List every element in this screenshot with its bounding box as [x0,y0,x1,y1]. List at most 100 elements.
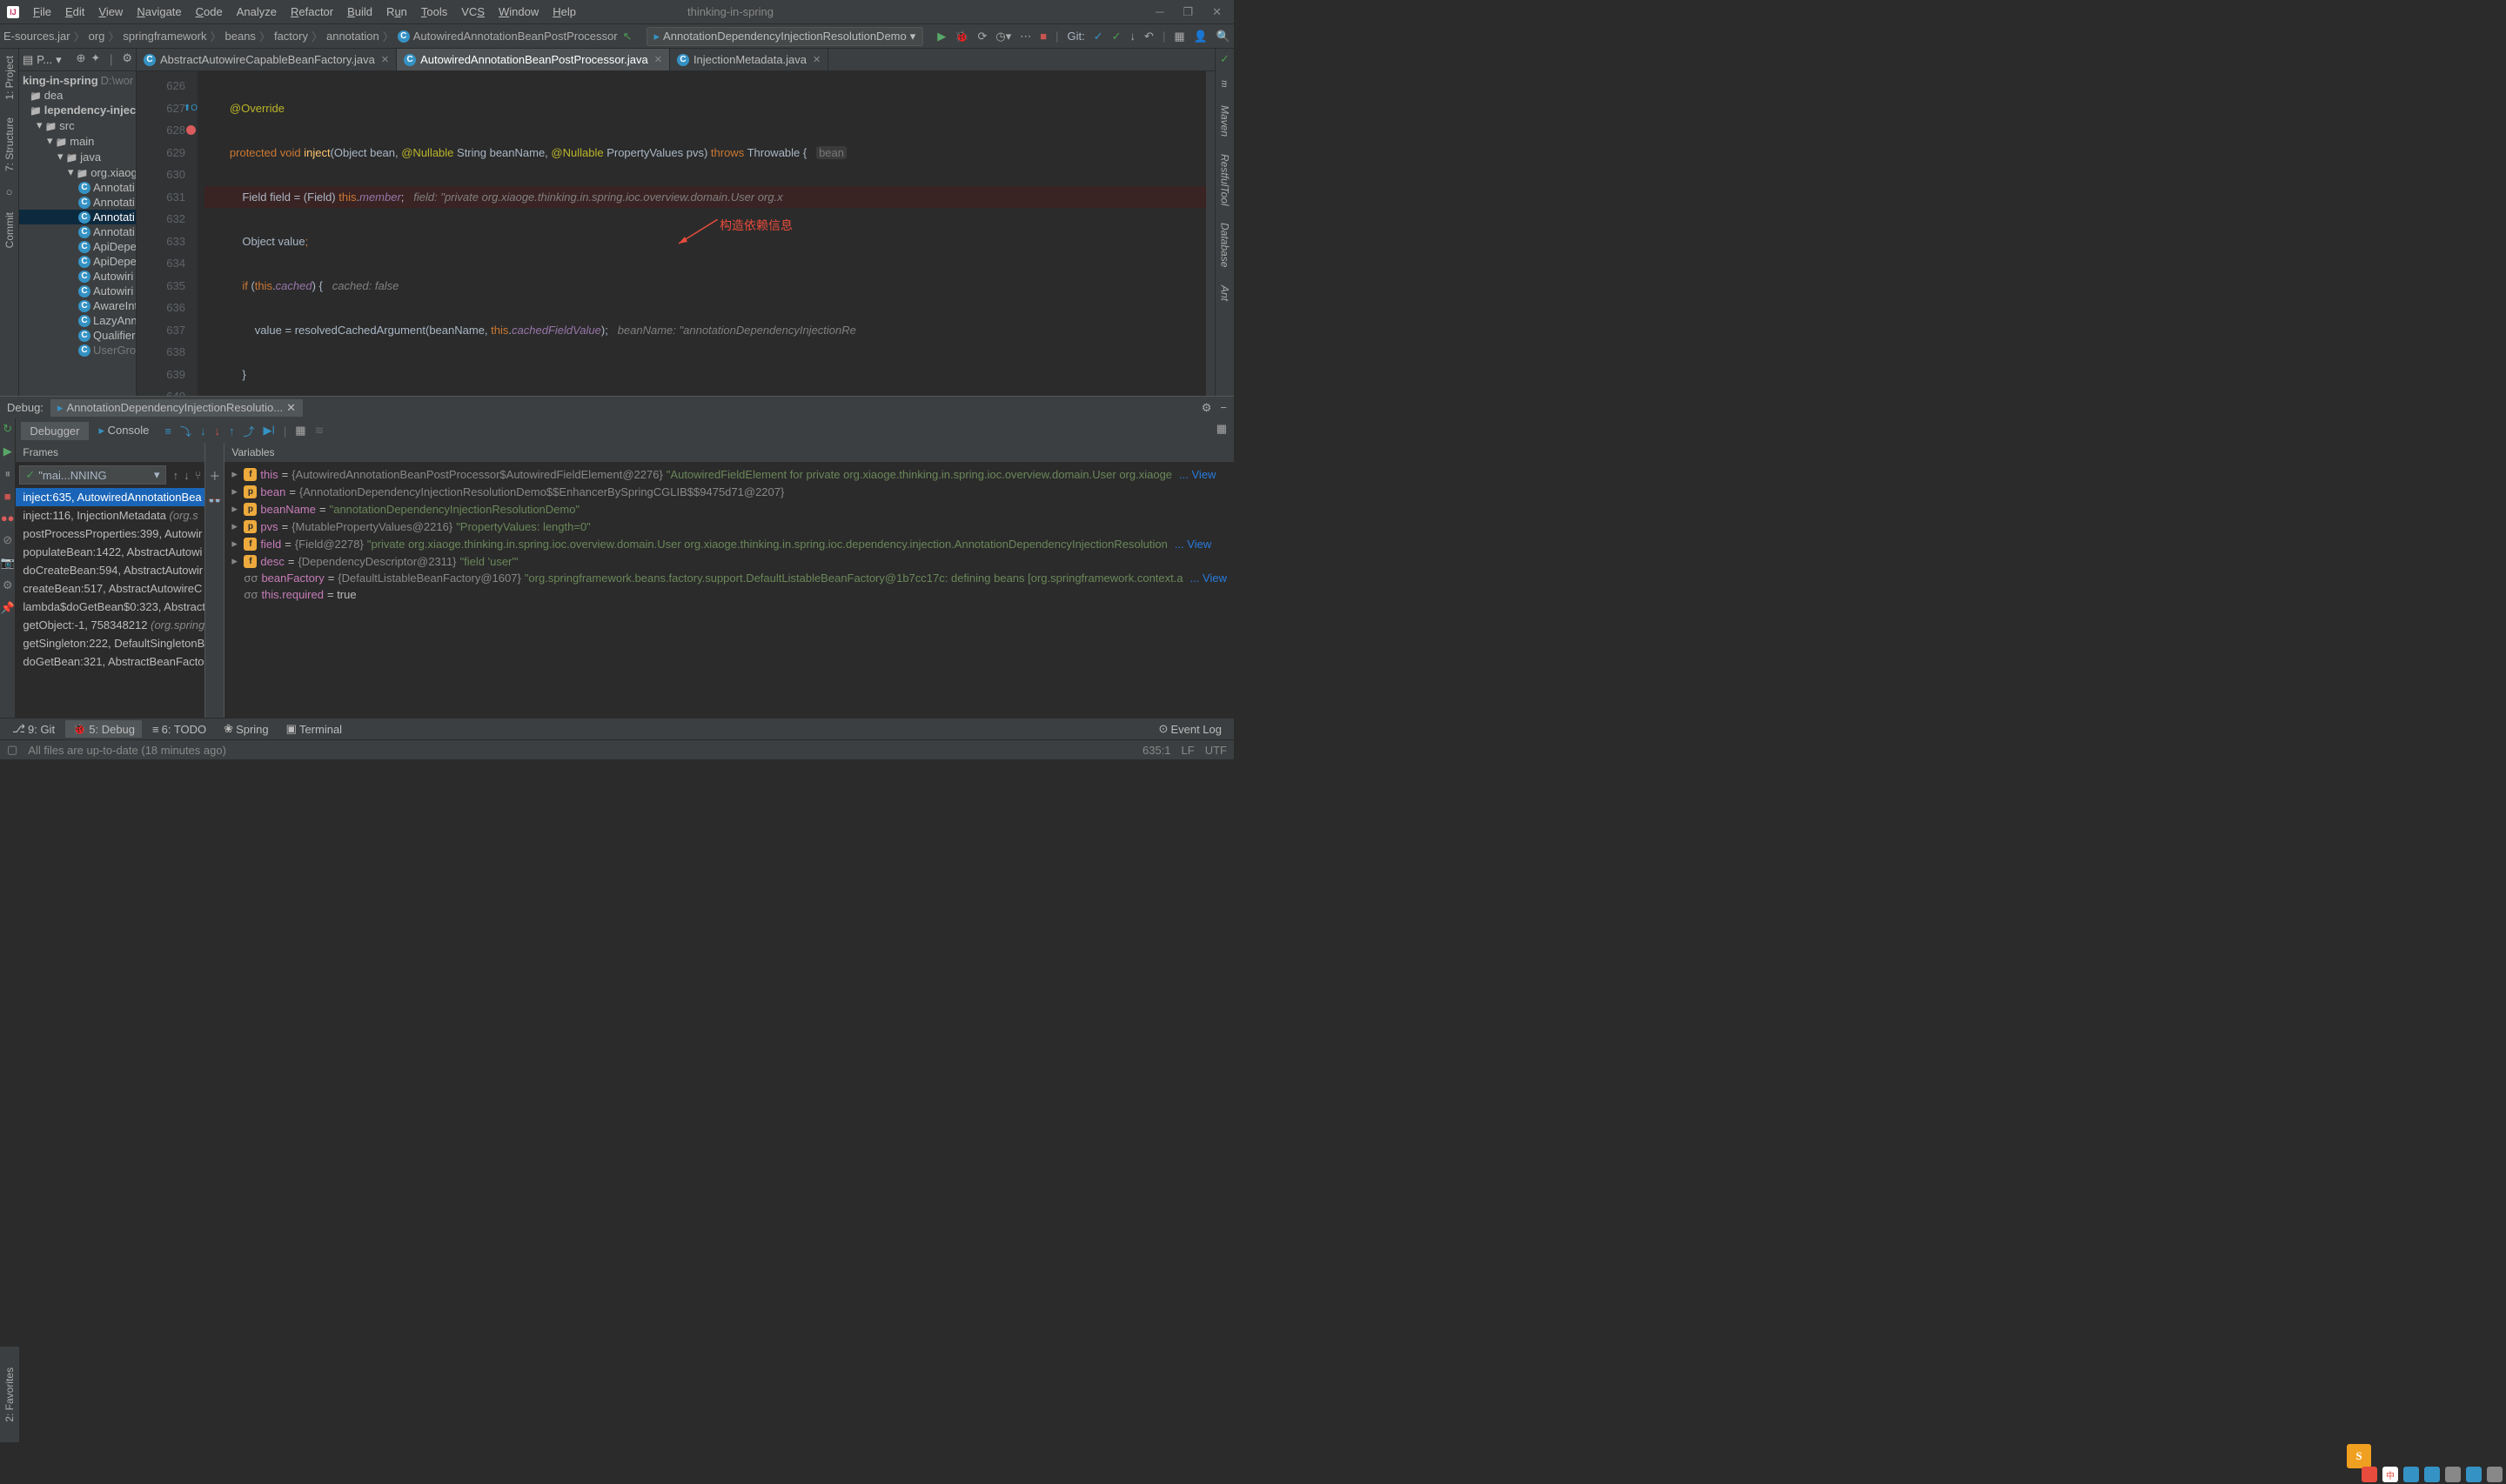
gear-icon[interactable]: ⚙ [1202,401,1212,415]
structure-icon[interactable]: ▦ [1174,30,1184,43]
ime-icon[interactable] [2362,1467,2377,1482]
menu-navigate[interactable]: Navigate [130,5,188,18]
run-config-select[interactable]: ▸AnnotationDependencyInjectionResolution… [647,27,924,46]
mute-bp-icon[interactable]: ⊘ [3,533,12,547]
var-item[interactable]: ▸p pvs = {MutablePropertyValues@2216} "P… [228,518,1230,535]
tree-node[interactable]: ▾ main [19,133,136,149]
trace-icon[interactable]: ≋ [315,424,325,438]
stop-icon[interactable]: ■ [1040,30,1047,43]
right-rail-maven[interactable]: m [1218,77,1231,91]
tree-class[interactable]: C Annotati [19,210,136,224]
tray-icon[interactable] [2403,1467,2419,1482]
frame-item[interactable]: populateBean:1422, AbstractAutowi [16,543,204,561]
profile-icon[interactable]: ◷▾ [995,30,1011,43]
line-sep[interactable]: LF [1182,744,1195,757]
commit-icon[interactable]: ○ [6,185,13,198]
force-step-icon[interactable]: ↓ [214,424,220,438]
right-rail-restful[interactable]: RestfulTool [1219,150,1231,210]
tab[interactable]: CAbstractAutowireCapableBeanFactory.java… [137,49,397,70]
scrollbar[interactable] [1206,71,1215,396]
tree-node[interactable]: ▾ src [19,117,136,133]
minimize-panel-icon[interactable]: − [1220,401,1227,415]
menu-vcs[interactable]: VCS [454,5,492,18]
tab[interactable]: CInjectionMetadata.java✕ [670,49,828,70]
crumb[interactable]: org [89,30,105,43]
tray-icon[interactable] [2445,1467,2461,1482]
debugger-tab[interactable]: Debugger [21,422,88,440]
view-link[interactable]: ... View [1175,538,1211,551]
menu-analyze[interactable]: Analyze [230,5,284,18]
project-view-icon[interactable]: ▤ [23,53,33,67]
tree-class[interactable]: C Autowiri [19,284,136,298]
tree-node[interactable]: ▾ org.xiaoge.tl [19,164,136,180]
tree-root[interactable]: king-in-spring D:\wor [19,73,136,88]
search-icon[interactable]: 🔍 [1216,30,1230,43]
right-rail-ant[interactable]: Ant [1219,282,1231,304]
step-into-icon[interactable]: ↓ [200,424,206,438]
tree-class[interactable]: C Qualifier [19,328,136,343]
next-frame-icon[interactable]: ↓ [184,469,190,482]
frame-item[interactable]: postProcessProperties:399, Autowir [16,525,204,543]
menu-build[interactable]: Build [340,5,379,18]
tray-icon[interactable] [2466,1467,2482,1482]
resume-icon[interactable]: ▶ [3,445,12,458]
code-area[interactable]: 6266276286296306316326336346356366376386… [137,71,1215,396]
close-icon[interactable]: ✕ [813,54,821,65]
thread-dump-icon[interactable]: 📷 [1,556,15,570]
bottom-tab-eventlog[interactable]: ⊙ Event Log [1152,720,1229,738]
back-nav-icon[interactable]: ↖ [623,30,633,43]
menu-file[interactable]: FFileile [26,5,58,18]
coverage-icon[interactable]: ⟳ [977,30,987,43]
frame-item[interactable]: doCreateBean:594, AbstractAutowir [16,561,204,579]
close-icon[interactable]: ✕ [381,54,389,65]
filter-icon[interactable]: ⑂ [195,469,202,482]
crumb[interactable]: E-sources.jar [3,30,70,43]
settings-icon[interactable]: ⚙ [122,51,132,68]
override-icon[interactable]: ⬆O [184,97,198,120]
crumb[interactable]: factory [274,30,308,43]
menu-refactor[interactable]: Refactor [284,5,340,18]
debug-icon[interactable]: 🐞 [955,30,968,43]
left-rail-project[interactable]: 1: Project [3,52,16,104]
menu-tools[interactable]: Tools [414,5,454,18]
var-item[interactable]: ▸f this = {AutowiredAnnotationBeanPostPr… [228,465,1230,483]
frame-item[interactable]: doGetBean:321, AbstractBeanFactor [16,652,204,671]
collapse-icon[interactable]: ｜ [105,51,117,68]
menu-code[interactable]: Code [189,5,230,18]
frame-item[interactable]: getObject:-1, 758348212 (org.spring [16,616,204,634]
left-rail-favorites[interactable]: 2: Favorites [3,1364,16,1426]
tree-class[interactable]: C ApiDepe [19,254,136,269]
menu-run[interactable]: Run [379,5,414,18]
minimize-icon[interactable]: ─ [1156,5,1163,19]
close-icon[interactable]: ✕ [654,54,662,65]
encoding[interactable]: UTF [1205,744,1227,757]
left-rail-structure[interactable]: 7: Structure [3,114,16,175]
step-out-icon[interactable]: ↑ [229,424,235,438]
tree-node[interactable]: dea [19,88,136,103]
bottom-tab-debug[interactable]: 🐞 5: Debug [65,720,142,738]
rerun-icon[interactable]: ↻ [3,422,12,436]
view-bp-icon[interactable]: ●● [1,511,15,525]
tree-class[interactable]: C LazyAnn [19,313,136,328]
prev-frame-icon[interactable]: ↑ [173,469,179,482]
crumb[interactable]: beans [225,30,256,43]
menu-help[interactable]: Help [546,5,583,18]
show-exec-icon[interactable]: ≡ [164,424,171,438]
view-link[interactable]: ... View [1190,572,1227,585]
debug-session-tab[interactable]: ▸AnnotationDependencyInjectionResolutio.… [50,399,303,417]
var-item[interactable]: ▸p bean = {AnnotationDependencyInjection… [228,483,1230,500]
layout-icon[interactable]: ▦ [1209,418,1234,443]
var-item[interactable]: σσ this.required = true [228,586,1230,603]
avatar-icon[interactable]: 👤 [1194,30,1208,43]
var-item[interactable]: ▸f field = {Field@2278} "private org.xia… [228,535,1230,552]
frame-item[interactable]: inject:116, InjectionMetadata (org.s [16,506,204,525]
menu-window[interactable]: Window [492,5,546,18]
settings-icon[interactable]: ⚙ [3,578,13,592]
bottom-tab-todo[interactable]: ≡ 6: TODO [145,721,213,738]
tree-class[interactable]: C ApiDepe [19,239,136,254]
tree-class[interactable]: C Annotati [19,180,136,195]
crumb[interactable]: AutowiredAnnotationBeanPostProcessor [413,30,618,43]
menu-view[interactable]: View [91,5,130,18]
run-cursor-icon[interactable]: ▶ǀ [263,424,274,438]
tree-class[interactable]: C AwareInt [19,298,136,313]
